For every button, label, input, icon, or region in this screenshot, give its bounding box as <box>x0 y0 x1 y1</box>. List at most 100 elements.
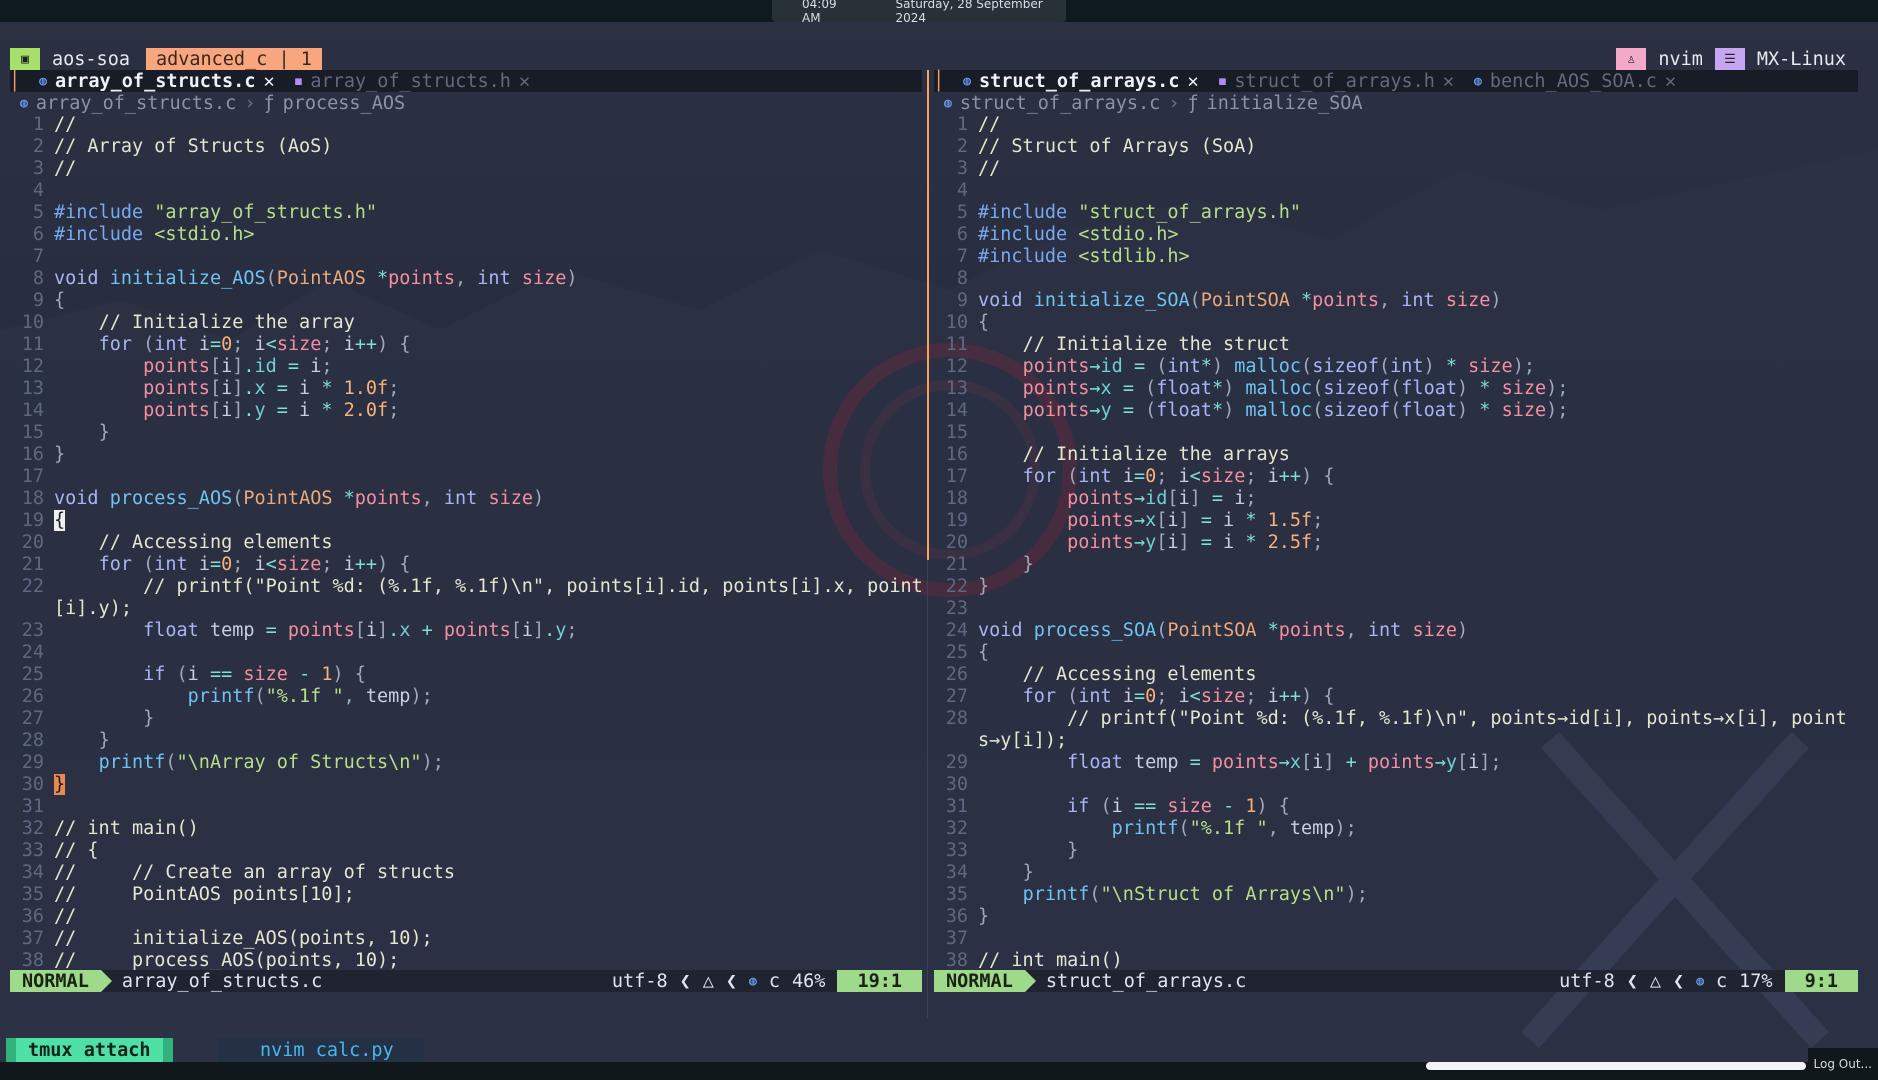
code-line[interactable]: 36} <box>934 906 1858 928</box>
code-line[interactable]: 18 void process_AOS(PointAOS *points, int… <box>10 488 922 510</box>
code-line[interactable]: 25 { <box>934 642 1858 664</box>
code-line[interactable]: 6 #include <stdio.h> <box>10 224 922 246</box>
buffer-tab-array-of-structs-h[interactable]: ◼ array_of_structs.h ✕ <box>285 70 540 92</box>
code-line[interactable]: 24 void process_SOA(PointSOA *points, int… <box>934 620 1858 642</box>
close-icon[interactable]: ✕ <box>519 71 530 92</box>
breadcrumb-symbol[interactable]: initialize_SOA <box>1207 93 1363 114</box>
buffer-tab-array-of-structs-c[interactable]: ◍ array_of_structs.c ✕ <box>29 70 284 92</box>
code-line[interactable]: 21 for (int i=0; i<size; i++) { <box>10 554 922 576</box>
code-line[interactable]: 9{ <box>10 290 922 312</box>
code-line[interactable]: 22 // printf("Point %d: (%.1f, %.1f)\n",… <box>10 576 922 598</box>
buffer-tab-bench-aos-soa-c[interactable]: ◍ bench_AOS_SOA.c ✕ <box>1464 70 1686 92</box>
code-line[interactable]: 27 } <box>10 708 922 730</box>
editor-pane-right[interactable]: ▏ ◍ struct_of_arrays.c ✕ ◼ struct_of_arr… <box>934 70 1858 996</box>
code-line[interactable]: 18 points→id[i] = i; <box>934 488 1858 510</box>
code-line[interactable]: 20 // Accessing elements <box>10 532 922 554</box>
code-line[interactable]: 26 printf("%.1f ", temp); <box>10 686 922 708</box>
logout-button[interactable]: Log Out... <box>1807 1048 1878 1080</box>
tmux-window-tmux-attach[interactable]: tmux attach <box>6 1038 173 1062</box>
code-line[interactable]: 14 points[i].y = i * 2.0f; <box>10 400 922 422</box>
code-line[interactable]: 37 <box>934 928 1858 950</box>
breadcrumb-symbol[interactable]: process_AOS <box>283 93 406 114</box>
code-line[interactable]: 4 <box>934 180 1858 202</box>
code-line[interactable]: 14 points→y = (float*) malloc(sizeof(flo… <box>934 400 1858 422</box>
code-line[interactable]: 28 } <box>10 730 922 752</box>
code-line[interactable]: 35 // PointAOS points[10]; <box>10 884 922 906</box>
code-line[interactable]: 23 <box>934 598 1858 620</box>
breadcrumb-file[interactable]: array_of_structs.c <box>36 93 236 114</box>
code-line[interactable]: 7 #include <stdlib.h> <box>934 246 1858 268</box>
code-line[interactable]: 38 // int main() <box>934 950 1858 972</box>
close-icon[interactable]: ✕ <box>1187 71 1198 92</box>
breadcrumb-file[interactable]: struct_of_arrays.c <box>960 93 1160 114</box>
system-clock[interactable]: 04:09 AM Saturday, 28 September 2024 <box>772 0 1066 25</box>
code-line[interactable]: 31 <box>10 796 922 818</box>
code-line[interactable]: 1 // <box>10 114 922 136</box>
code-line[interactable]: 7 <box>10 246 922 268</box>
code-line[interactable]: 3 // <box>10 158 922 180</box>
buffer-tab-struct-of-arrays-c[interactable]: ◍ struct_of_arrays.c ✕ <box>953 70 1208 92</box>
code-line[interactable]: 10 { <box>934 312 1858 334</box>
code-line[interactable]: 34 // // Create an array of structs <box>10 862 922 884</box>
code-line[interactable]: 2 // Array of Structs (AoS) <box>10 136 922 158</box>
tmux-session-name[interactable]: aos-soa <box>40 48 142 70</box>
code-line[interactable]: 34 } <box>934 862 1858 884</box>
pane-divider-active[interactable] <box>927 70 929 560</box>
code-line[interactable]: 19 { <box>10 510 922 532</box>
code-line[interactable]: 33 } <box>934 840 1858 862</box>
code-line[interactable]: 30} <box>10 774 922 796</box>
close-icon[interactable]: ✕ <box>1665 71 1676 92</box>
code-line[interactable]: 2 // Struct of Arrays (SoA) <box>934 136 1858 158</box>
code-line[interactable]: 4 <box>10 180 922 202</box>
code-line[interactable]: 27 for (int i=0; i<size; i++) { <box>934 686 1858 708</box>
code-line[interactable]: 5 #include "struct_of_arrays.h" <box>934 202 1858 224</box>
code-line[interactable]: 15 } <box>10 422 922 444</box>
code-line[interactable]: s→y[i]); <box>934 730 1858 752</box>
code-line[interactable]: 25 if (i == size - 1) { <box>10 664 922 686</box>
code-line[interactable]: 23 float temp = points[i].x + points[i].… <box>10 620 922 642</box>
code-line[interactable]: 17 <box>10 466 922 488</box>
code-line[interactable]: 29 printf("\nArray of Structs\n"); <box>10 752 922 774</box>
code-line[interactable]: 1 // <box>934 114 1858 136</box>
code-line[interactable]: 11 for (int i=0; i<size; i++) { <box>10 334 922 356</box>
code-line[interactable]: 5 #include "array_of_structs.h" <box>10 202 922 224</box>
code-editor-right[interactable]: 1 // 2 // Struct of Arrays (SoA) 3 // 4 5 #inclu… <box>934 114 1858 998</box>
code-line[interactable]: 9 void initialize_SOA(PointSOA *points, i… <box>934 290 1858 312</box>
code-line[interactable]: 8 <box>934 268 1858 290</box>
code-line[interactable]: [i].y); <box>10 598 922 620</box>
tmux-window-nvim-calc[interactable]: nvim calc.py <box>218 1038 424 1062</box>
code-line[interactable]: 13 points[i].x = i * 1.0f; <box>10 378 922 400</box>
code-line[interactable]: 6 #include <stdio.h> <box>934 224 1858 246</box>
pane-divider[interactable] <box>927 560 928 1018</box>
code-line[interactable]: 19 points→x[i] = i * 1.5f; <box>934 510 1858 532</box>
code-line[interactable]: 21 } <box>934 554 1858 576</box>
code-line[interactable]: 20 points→y[i] = i * 2.5f; <box>934 532 1858 554</box>
code-line[interactable]: 3 // <box>934 158 1858 180</box>
code-line[interactable]: 16} <box>10 444 922 466</box>
code-line[interactable]: 31 if (i == size - 1) { <box>934 796 1858 818</box>
editor-pane-left[interactable]: ▏ ◍ array_of_structs.c ✕ ◼ array_of_stru… <box>10 70 922 996</box>
code-line[interactable]: 12 points→id = (int*) malloc(sizeof(int)… <box>934 356 1858 378</box>
code-line[interactable]: 35 printf("\nStruct of Arrays\n"); <box>934 884 1858 906</box>
code-line[interactable]: 32 printf("%.1f ", temp); <box>934 818 1858 840</box>
code-line[interactable]: 28 // printf("Point %d: (%.1f, %.1f)\n",… <box>934 708 1858 730</box>
code-line[interactable]: 15 <box>934 422 1858 444</box>
code-line[interactable]: 38 // process_AOS(points, 10); <box>10 950 922 972</box>
code-editor-left[interactable]: 1 // 2 // Array of Structs (AoS) 3 // 4 5 #inclu… <box>10 114 922 998</box>
code-line[interactable]: 11 // Initialize the struct <box>934 334 1858 356</box>
code-line[interactable]: 33 // { <box>10 840 922 862</box>
code-line[interactable]: 10 // Initialize the array <box>10 312 922 334</box>
code-line[interactable]: 12 points[i].id = i; <box>10 356 922 378</box>
code-line[interactable]: 16 // Initialize the arrays <box>934 444 1858 466</box>
code-line[interactable]: 22} <box>934 576 1858 598</box>
code-line[interactable]: 24 <box>10 642 922 664</box>
tmux-window-tab[interactable]: advanced_c | 1 <box>145 48 322 70</box>
close-icon[interactable]: ✕ <box>263 71 274 92</box>
code-line[interactable]: 29 float temp = points→x[i] + points→y[i… <box>934 752 1858 774</box>
code-line[interactable]: 26 // Accessing elements <box>934 664 1858 686</box>
code-line[interactable]: 37 // initialize_AOS(points, 10); <box>10 928 922 950</box>
code-line[interactable]: 36 // <box>10 906 922 928</box>
code-line[interactable]: 13 points→x = (float*) malloc(sizeof(flo… <box>934 378 1858 400</box>
code-line[interactable]: 32 // int main() <box>10 818 922 840</box>
code-line[interactable]: 30 <box>934 774 1858 796</box>
